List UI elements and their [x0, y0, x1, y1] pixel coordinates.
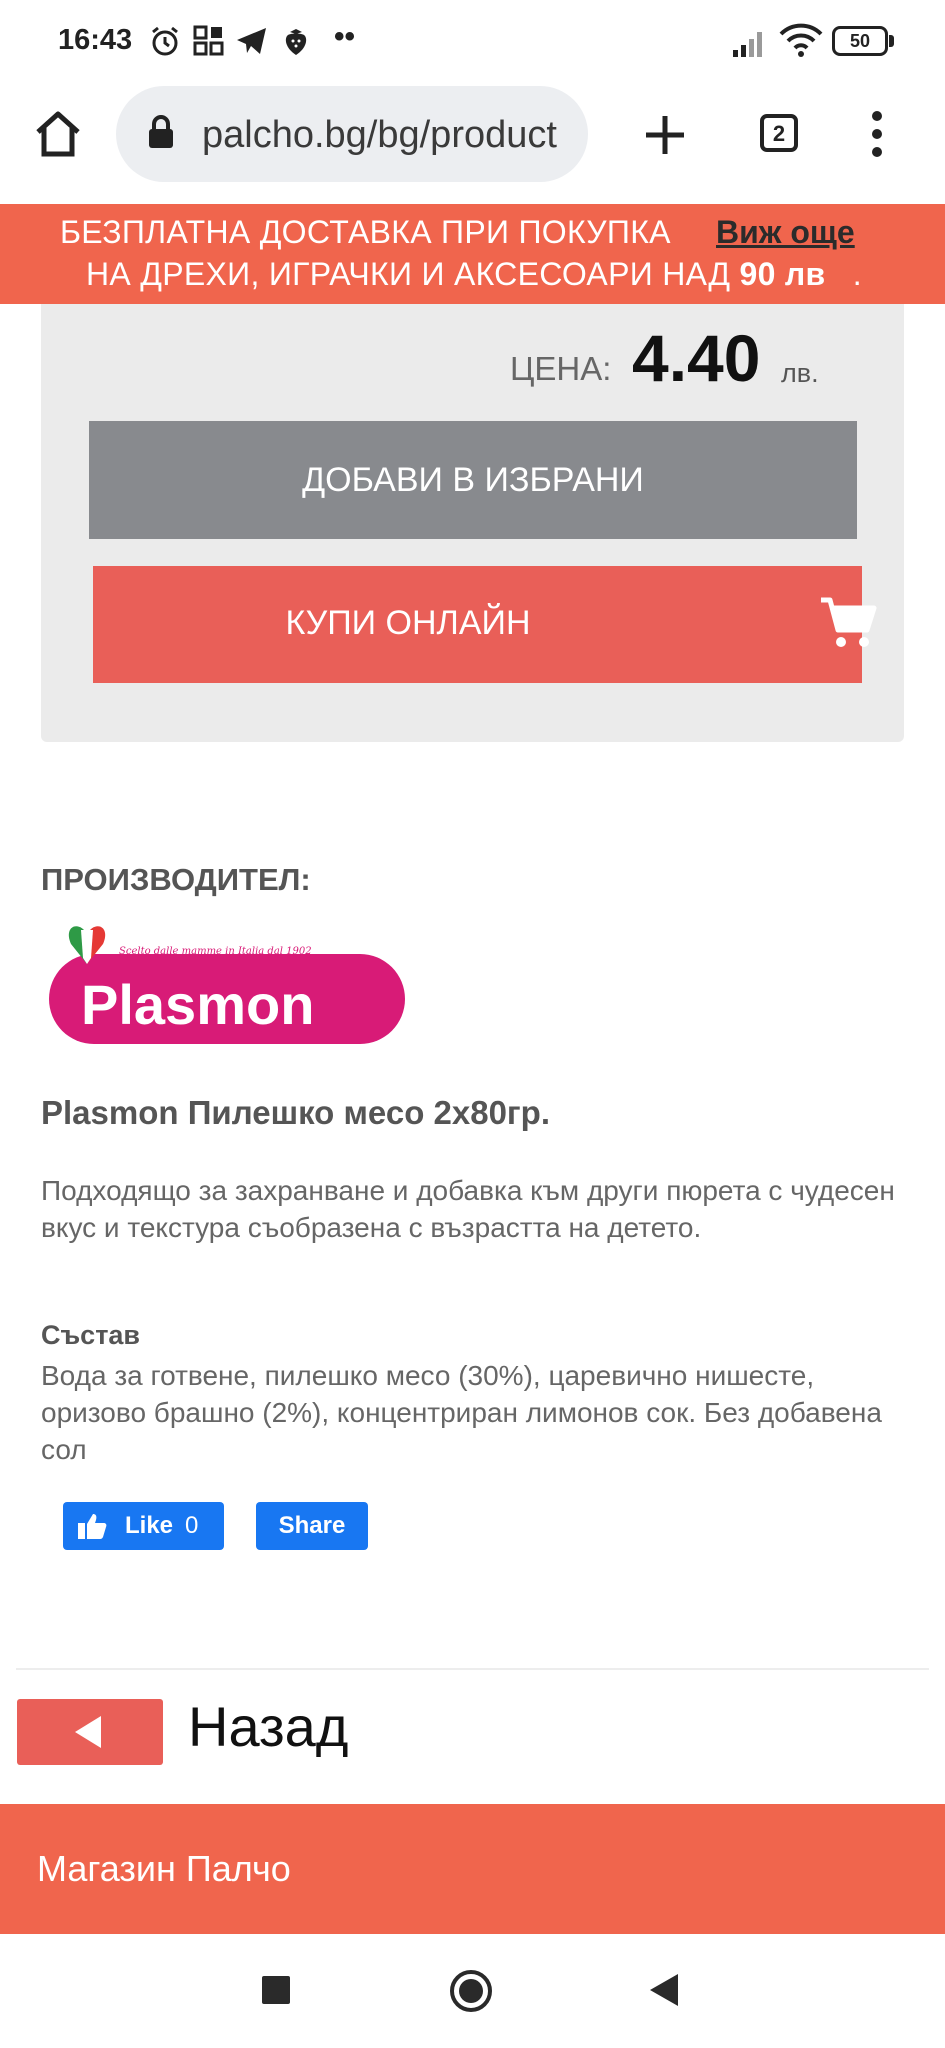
- telegram-icon: [237, 28, 266, 54]
- brand-tagline: Scelto dalle mamme in Italia dal 1902: [119, 946, 312, 957]
- facebook-like-count: 0: [185, 1512, 199, 1539]
- brand-wordmark: Plasmon: [81, 973, 314, 1036]
- back-button[interactable]: [17, 1699, 163, 1765]
- promo-line-2: НА ДРЕХИ, ИГРАЧКИ И АКСЕСОАРИ НАД 90 лв …: [86, 256, 862, 293]
- facebook-like-button[interactable]: Like 0: [63, 1502, 224, 1550]
- brand-logo[interactable]: Scelto dalle mamme in Italia dal 1902 Pl…: [41, 912, 413, 1052]
- battery-tip: [889, 35, 894, 47]
- facebook-like-label: Like: [125, 1512, 174, 1539]
- tab-count: 2: [772, 121, 786, 146]
- status-more-dots: ••: [334, 20, 356, 53]
- manufacturer-label: ПРОИЗВОДИТЕЛ:: [41, 862, 311, 897]
- add-to-favorites-button[interactable]: ДОБАВИ В ИЗБРАНИ: [89, 421, 857, 539]
- back-nav-icon[interactable]: [648, 1972, 680, 2008]
- price-value: 4.40: [632, 321, 761, 395]
- back-label[interactable]: Назад: [188, 1694, 348, 1759]
- price-box: ЦЕНА: 4.40 лв. ДОБАВИ В ИЗБРАНИ КУПИ ОНЛ…: [41, 304, 904, 742]
- thumbs-up-icon: [78, 1514, 107, 1539]
- promo-line-1: БЕЗПЛАТНА ДОСТАВКА ПРИ ПОКУПКА: [60, 214, 671, 250]
- price-currency: лв.: [781, 358, 819, 388]
- promo-amount: 90 лв: [739, 256, 826, 292]
- composition-label: Състав: [41, 1320, 141, 1350]
- divider: [16, 1668, 929, 1670]
- status-time: 16:43: [58, 24, 133, 56]
- menu-icon[interactable]: [870, 110, 884, 158]
- price-label: ЦЕНА:: [510, 350, 612, 387]
- composition-text: Вода за готвене, пилешко месо (30%), цар…: [41, 1360, 882, 1465]
- recent-apps-icon[interactable]: [262, 1976, 290, 2004]
- buy-online-button[interactable]: КУПИ ОНЛАЙН: [93, 566, 877, 683]
- promo-more-link[interactable]: Виж още: [716, 214, 855, 251]
- product-title: Plasmon Пилешко месо 2х80гр.: [41, 1094, 551, 1131]
- url-text: palcho.bg/bg/product: [202, 114, 557, 156]
- tabs-icon[interactable]: 2: [760, 114, 798, 152]
- address-bar[interactable]: palcho.bg/bg/product: [116, 86, 588, 182]
- new-tab-icon[interactable]: [644, 114, 686, 156]
- footer-store-title[interactable]: Магазин Палчо: [37, 1848, 291, 1890]
- facebook-share-button[interactable]: Share: [256, 1502, 368, 1550]
- promo-trailing: .: [852, 256, 862, 292]
- promo-line-2-text: НА ДРЕХИ, ИГРАЧКИ И АКСЕСОАРИ НАД: [86, 256, 731, 292]
- home-nav-icon[interactable]: [448, 1968, 494, 2014]
- footer: Магазин Палчо: [0, 1804, 945, 1934]
- buy-online-label: КУПИ ОНЛАЙН: [285, 604, 531, 642]
- strawberry-icon: [285, 29, 307, 55]
- battery-icon: 50: [832, 26, 888, 56]
- back-arrow-icon: [75, 1716, 101, 1748]
- signal-icon: [733, 32, 762, 57]
- grid-icon: [193, 25, 224, 56]
- promo-banner: БЕЗПЛАТНА ДОСТАВКА ПРИ ПОКУПКА Виж още Н…: [0, 204, 945, 304]
- status-bar: 16:43 •• 50: [0, 0, 945, 84]
- wifi-icon: [779, 23, 823, 57]
- browser-toolbar: palcho.bg/bg/product 2: [0, 84, 945, 204]
- lock-icon: [149, 115, 173, 148]
- home-icon[interactable]: [34, 110, 82, 158]
- cart-icon: [821, 597, 877, 647]
- system-navigation-bar: [0, 1934, 945, 2048]
- alarm-icon: [152, 26, 178, 56]
- battery-level: 50: [849, 31, 871, 51]
- product-description: Подходящо за захранване и добавка към др…: [41, 1175, 895, 1243]
